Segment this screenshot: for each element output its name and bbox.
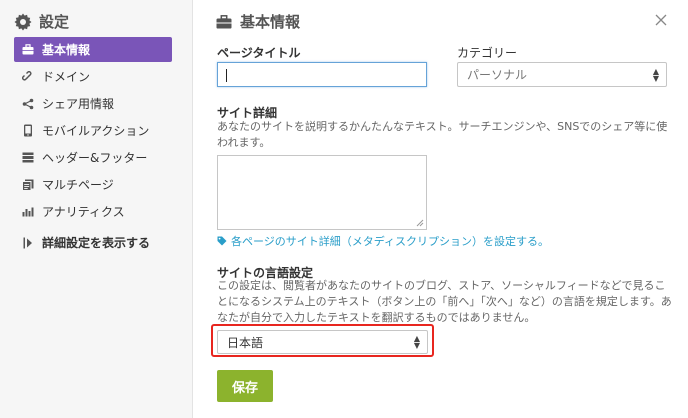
sidebar-item-analytics[interactable]: アナリティクス	[14, 199, 172, 224]
sidebar-title: 設定	[14, 11, 69, 32]
language-select[interactable]: 日本語 ▲ ▼	[217, 330, 428, 354]
bar-chart-icon	[22, 206, 34, 218]
save-button[interactable]: 保存	[217, 370, 273, 402]
show-advanced-settings[interactable]: 詳細設定を表示する	[14, 230, 172, 255]
select-arrows-icon: ▲ ▼	[413, 334, 420, 350]
page-title-label: ページタイトル	[217, 46, 301, 60]
sidebar-item-basic-info[interactable]: 基本情報	[14, 37, 172, 62]
share-icon	[22, 98, 34, 110]
pages-icon	[22, 179, 34, 191]
panel-title: 基本情報	[240, 13, 301, 31]
language-description: この設定は、閲覧者があなたのサイトのブログ、ストア、ソーシャルフィードなどで見る…	[217, 279, 672, 324]
sidebar-item-label: ドメイン	[42, 70, 91, 84]
sidebar-item-label: シェア用情報	[42, 97, 115, 111]
panel-header: 基本情報	[216, 11, 300, 32]
show-advanced-label: 詳細設定を表示する	[42, 236, 151, 250]
tag-icon	[217, 236, 227, 246]
page-title-input[interactable]	[217, 62, 427, 87]
meta-description-link[interactable]: 各ページのサイト詳細（メタディスクリプション）を設定する。	[217, 233, 549, 249]
sidebar-item-label: モバイルアクション	[42, 124, 150, 138]
sidebar-item-multi-page[interactable]: マルチページ	[14, 172, 172, 197]
expand-icon	[22, 237, 34, 249]
meta-description-link-text: 各ページのサイト詳細（メタディスクリプション）を設定する。	[231, 235, 550, 248]
site-detail-textarea[interactable]	[217, 155, 427, 230]
briefcase-icon	[22, 44, 34, 56]
link-icon	[22, 70, 34, 83]
close-icon[interactable]	[654, 12, 668, 26]
briefcase-icon	[216, 14, 232, 29]
category-value: パーソナル	[467, 68, 528, 82]
settings-sidebar: 設定 基本情報 ドメイン シェア用情報 モバイルアクション ヘッダー&フッター	[0, 0, 193, 418]
sidebar-title-text: 設定	[39, 13, 70, 31]
sidebar-item-share-info[interactable]: シェア用情報	[14, 91, 172, 116]
sidebar-item-label: アナリティクス	[42, 205, 125, 219]
sidebar-item-mobile-action[interactable]: モバイルアクション	[14, 118, 172, 143]
category-select[interactable]: パーソナル ▲ ▼	[457, 62, 667, 87]
layout-icon	[22, 152, 34, 164]
category-label: カテゴリー	[457, 46, 518, 60]
resize-grip-icon[interactable]	[416, 219, 424, 227]
select-arrows-icon: ▲ ▼	[652, 66, 659, 83]
language-value: 日本語	[227, 335, 264, 350]
site-detail-description: あなたのサイトを説明するかんたんなテキスト。サーチエンジンや、SNSでのシェア等…	[217, 120, 668, 149]
text-caret	[226, 69, 227, 82]
gear-icon	[14, 13, 32, 31]
sidebar-item-domain[interactable]: ドメイン	[14, 64, 172, 89]
basic-info-panel: 基本情報 ページタイトル カテゴリー パーソナル ▲ ▼ サイト詳細 あなたのサイ…	[194, 0, 688, 418]
sidebar-item-label: 基本情報	[42, 43, 91, 57]
mobile-icon	[22, 124, 34, 137]
sidebar-item-label: ヘッダー&フッター	[42, 151, 148, 165]
sidebar-item-label: マルチページ	[42, 178, 114, 192]
sidebar-item-header-footer[interactable]: ヘッダー&フッター	[14, 145, 172, 170]
